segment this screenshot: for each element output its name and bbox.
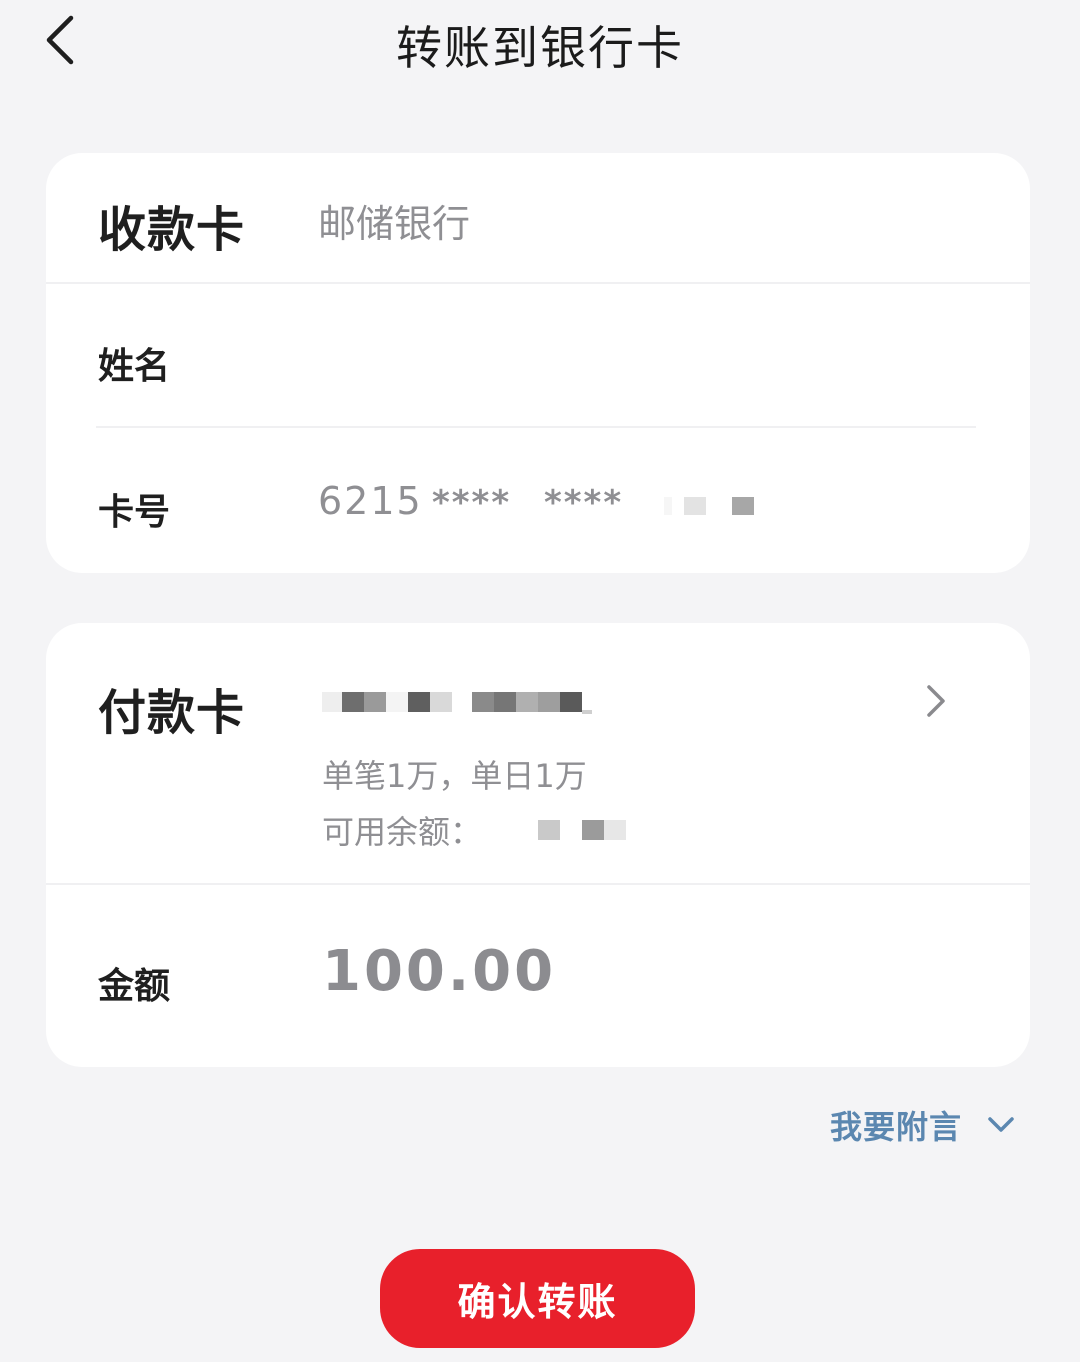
page-title: 转账到银行卡 bbox=[396, 21, 684, 75]
divider bbox=[46, 282, 1030, 284]
card-number-mask-1: **** bbox=[432, 483, 512, 523]
card-number-mask-2: **** bbox=[544, 483, 624, 523]
header: 转账到银行卡 bbox=[0, 0, 1080, 90]
payee-card: 收款卡 邮储银行 姓名 卡号 6215 **** **** bbox=[46, 153, 1030, 573]
payee-section-label: 收款卡 bbox=[98, 202, 246, 258]
card-number-mosaic bbox=[664, 497, 754, 515]
chevron-down-icon bbox=[988, 1117, 1014, 1132]
payer-card-number-mosaic bbox=[322, 690, 592, 714]
transfer-limit-text: 单笔1万，单日1万 bbox=[322, 757, 587, 795]
name-label: 姓名 bbox=[98, 346, 171, 387]
available-balance-label: 可用余额： bbox=[322, 813, 483, 851]
available-balance-mosaic bbox=[538, 820, 626, 840]
divider bbox=[96, 426, 976, 428]
chevron-right-icon[interactable] bbox=[918, 683, 954, 719]
amount-label: 金额 bbox=[98, 966, 171, 1007]
confirm-transfer-button[interactable]: 确认转账 bbox=[380, 1249, 695, 1348]
payer-card[interactable]: 付款卡 单笔1万，单日1万 可用余额： 金额 100.00 bbox=[46, 623, 1030, 1067]
payer-section-label: 付款卡 bbox=[98, 685, 246, 741]
add-note-link[interactable]: 我要附言 bbox=[830, 1102, 1016, 1148]
amount-input[interactable]: 100.00 bbox=[322, 939, 556, 1004]
card-number-label: 卡号 bbox=[98, 492, 171, 533]
bank-name: 邮储银行 bbox=[318, 202, 471, 246]
card-number-prefix: 6215 bbox=[318, 479, 423, 523]
add-note-label: 我要附言 bbox=[830, 1108, 963, 1146]
divider bbox=[46, 883, 1030, 885]
